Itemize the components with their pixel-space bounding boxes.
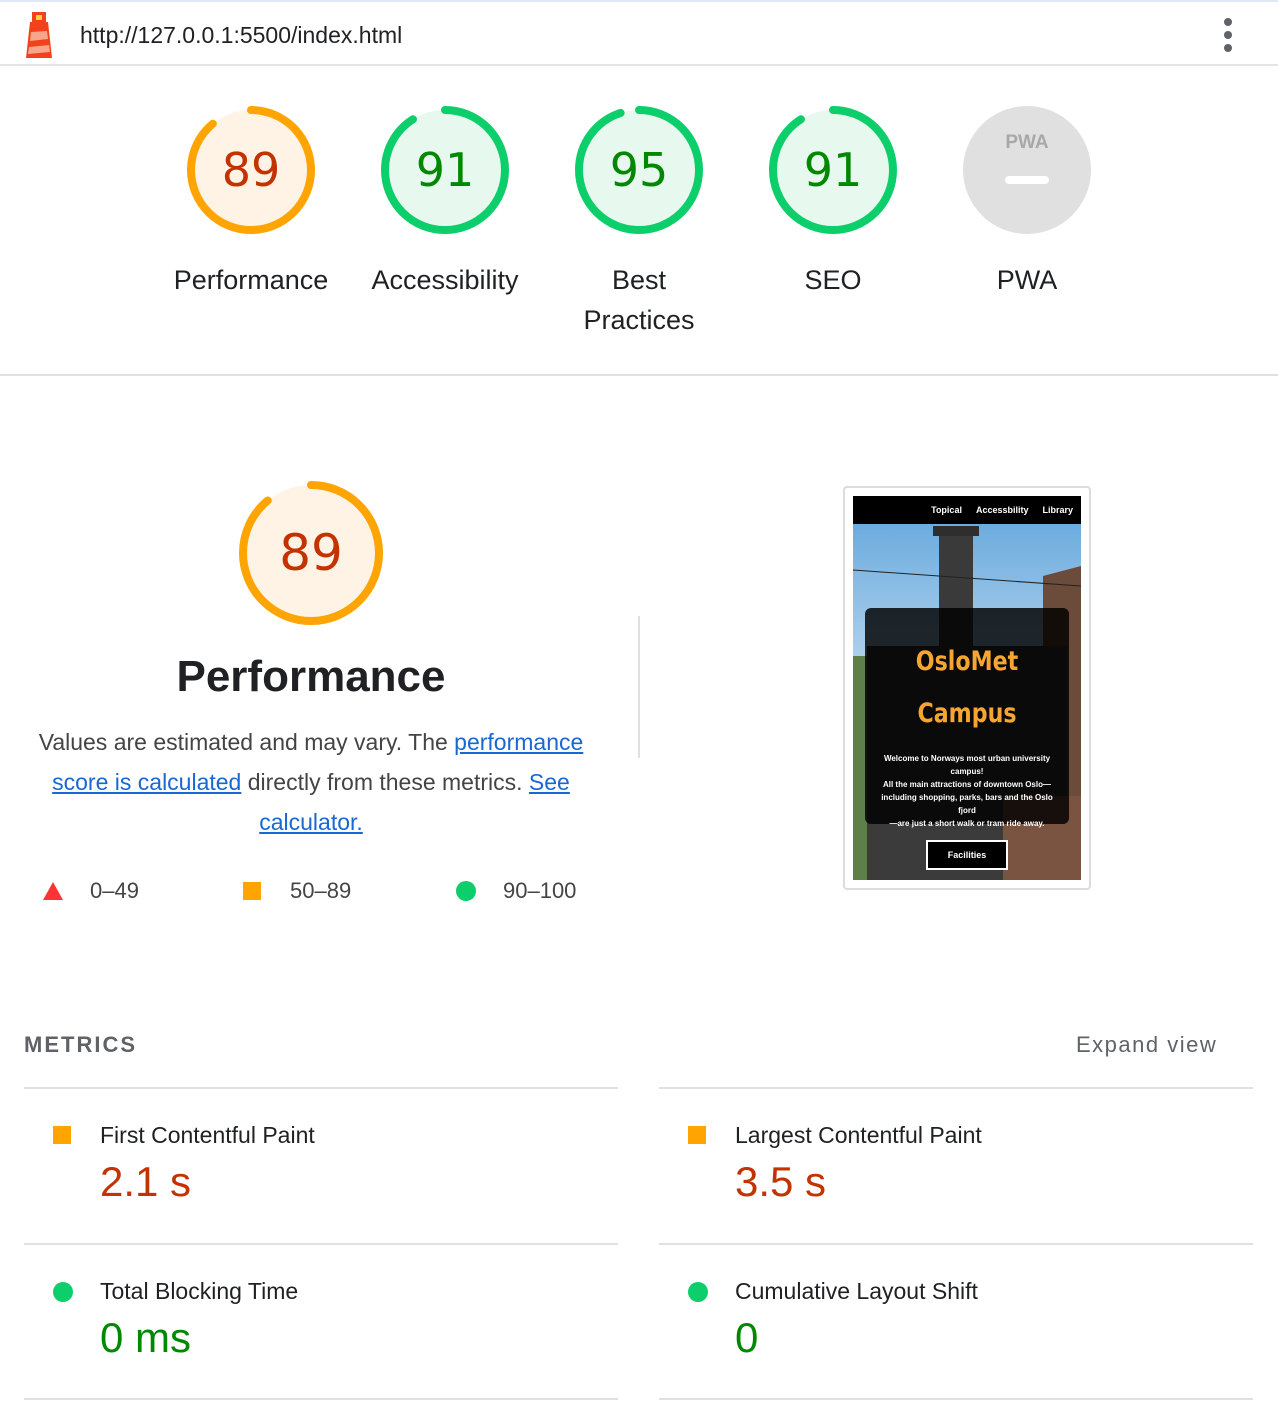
best-practices-score: 95 <box>610 143 669 197</box>
report-header: http://127.0.0.1:5500/index.html <box>0 0 1278 66</box>
legend-pass-range: 90–100 <box>503 878 577 903</box>
circle-icon <box>456 881 476 901</box>
performance-description: Values are estimated and may vary. The p… <box>20 722 602 842</box>
square-icon <box>243 882 261 900</box>
metric-divider <box>659 1087 1253 1089</box>
nav-accessbility: Accessbility <box>975 505 1029 515</box>
metric-divider <box>24 1243 618 1245</box>
gauge-label-pwa: PWA <box>996 265 1058 295</box>
circle-icon <box>53 1282 73 1302</box>
triangle-icon <box>43 882 63 900</box>
seo-score-gauge: 91 <box>769 106 897 234</box>
performance-large-gauge: 89 <box>239 481 383 625</box>
pwa-badge-icon: PWA <box>963 106 1091 234</box>
section-divider <box>0 374 1278 376</box>
metric-value: 0 ms <box>100 1314 192 1361</box>
metric-title: Total Blocking Time <box>100 1278 299 1304</box>
hero-card: OsloMet Campus Welcome to Norways most u… <box>865 608 1069 870</box>
screenshot-nav: Topical Accessbility Library <box>853 496 1081 524</box>
gauge-label-accessibility: Accessibility <box>371 265 519 295</box>
gauge-pwa[interactable]: PWA PWA <box>937 104 1117 300</box>
metric-title: Cumulative Layout Shift <box>735 1278 978 1304</box>
nav-topical: Topical <box>931 505 962 515</box>
accessibility-score-gauge: 91 <box>381 106 509 234</box>
accessibility-score: 91 <box>416 143 475 197</box>
kebab-menu-icon[interactable] <box>1214 16 1242 54</box>
hero-text-line-1: Welcome to Norways most urban university… <box>883 754 1051 776</box>
metric-title: First Contentful Paint <box>100 1122 315 1148</box>
legend-fail-range: 0–49 <box>90 878 139 903</box>
hero-title-line-1: OsloMet <box>915 646 1019 677</box>
lighthouse-icon <box>26 12 52 58</box>
metric-divider <box>659 1398 1253 1400</box>
hero-text-line-2: All the main attractions of downtown Osl… <box>882 780 1051 789</box>
gauge-label-best-practices: Best Practices <box>583 265 695 335</box>
square-icon <box>53 1126 71 1144</box>
best-practices-score-gauge: 95 <box>575 106 703 234</box>
gauge-best-practices[interactable]: 95 Best Practices <box>549 104 729 340</box>
performance-score: 89 <box>222 143 281 197</box>
report-url: http://127.0.0.1:5500/index.html <box>80 22 403 48</box>
square-icon <box>688 1126 706 1144</box>
description-text-2: directly from these metrics. <box>241 769 529 795</box>
metric-title: Largest Contentful Paint <box>735 1122 982 1148</box>
screenshot-image: Topical Accessbility Library OsloMet Cam… <box>853 496 1081 880</box>
facilities-button: Facilities <box>925 840 1009 870</box>
vertical-divider <box>638 616 640 758</box>
hero-text-line-4: —are just a short walk or tram ride away… <box>889 819 1045 828</box>
final-screenshot[interactable]: Topical Accessbility Library OsloMet Cam… <box>843 486 1091 890</box>
metric-value: 0 <box>735 1314 759 1361</box>
gauge-seo[interactable]: 91 SEO <box>743 104 923 300</box>
performance-large-score: 89 <box>279 524 343 582</box>
pwa-badge-text: PWA <box>1005 132 1049 153</box>
metric-divider <box>659 1243 1253 1245</box>
performance-score-gauge: 89 <box>187 106 315 234</box>
gauge-performance[interactable]: 89 Performance <box>161 104 341 300</box>
nav-library: Library <box>1042 505 1073 515</box>
seo-score: 91 <box>804 143 863 197</box>
legend-average-range: 50–89 <box>290 878 352 903</box>
metric-divider <box>24 1087 618 1089</box>
hero-title: OsloMet Campus <box>883 636 1050 740</box>
gauge-label-performance: Performance <box>173 265 329 295</box>
metric-divider <box>24 1398 618 1400</box>
hero-text: Welcome to Norways most urban university… <box>865 752 1069 830</box>
gauge-accessibility[interactable]: 91 Accessibility <box>355 104 535 300</box>
hero-title-line-2: Campus <box>917 698 1017 729</box>
description-text-1: Values are estimated and may vary. The <box>38 729 455 755</box>
gauge-label-seo: SEO <box>804 265 862 295</box>
metric-value: 3.5 s <box>735 1158 827 1205</box>
metrics-heading: METRICS <box>24 1032 137 1057</box>
expand-view-toggle[interactable]: Expand view <box>1076 1032 1217 1058</box>
hero-text-line-3: including shopping, parks, bars and the … <box>881 793 1053 815</box>
metric-value: 2.1 s <box>100 1158 192 1205</box>
performance-title: Performance <box>176 652 446 701</box>
circle-icon <box>688 1282 708 1302</box>
